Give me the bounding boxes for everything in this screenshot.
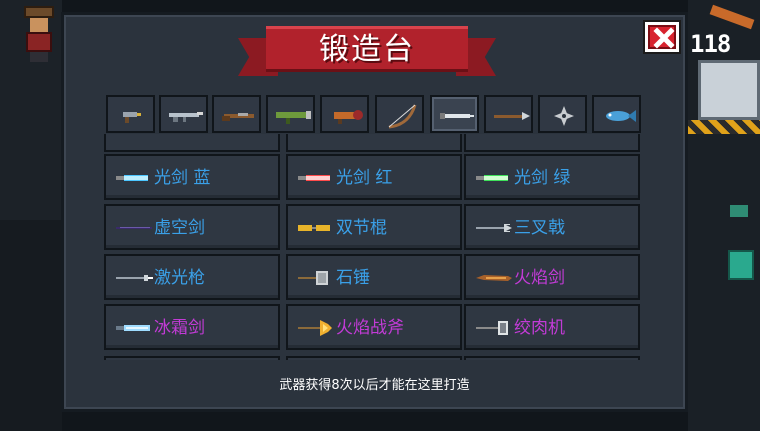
close-x-icon — [653, 27, 675, 49]
weapon-name: 双节棍 — [336, 218, 387, 238]
lightsaber-green-icon — [476, 175, 508, 181]
player-hat — [24, 6, 54, 18]
weapon-name: 三叉戟 — [514, 218, 565, 238]
shotgun-icon — [222, 113, 254, 121]
player-body — [26, 32, 52, 52]
weapon-item[interactable]: 激光枪 — [104, 254, 280, 300]
weapon-name: 光剑 红 — [336, 168, 393, 188]
weapon-name: 虚空剑 — [154, 218, 205, 238]
weapon-item[interactable]: 光剑 红 — [286, 154, 462, 200]
tab-fish[interactable] — [592, 95, 641, 133]
crane — [709, 4, 755, 30]
pistol-icon — [123, 112, 141, 123]
page-title: 锻造台 — [319, 32, 415, 67]
player-face — [30, 18, 48, 32]
weapon-name: 绞肉机 — [514, 318, 565, 338]
fish-icon — [606, 110, 636, 122]
lightsaber-red-icon — [298, 175, 330, 181]
frost-sword-icon — [116, 325, 150, 331]
tab-pistol[interactable] — [106, 95, 155, 133]
sword-icon — [440, 113, 474, 119]
flame-sword-icon — [476, 275, 512, 281]
machine-panel — [728, 250, 754, 280]
weapon-item[interactable]: 冰霜剑 — [104, 304, 280, 350]
weapon-item[interactable]: 火焰剑 — [464, 254, 640, 300]
tab-rocket-launcher[interactable] — [266, 95, 315, 133]
floor — [0, 220, 62, 431]
bomb-launcher-icon — [334, 110, 363, 124]
laser-spear-icon — [116, 275, 153, 281]
partial-row-below — [464, 356, 640, 360]
tab-bow[interactable] — [375, 95, 424, 133]
flame-axe-icon — [298, 320, 332, 336]
partial-row-above — [104, 134, 280, 152]
hazard-stripe — [688, 120, 760, 134]
shuriken-icon — [554, 106, 574, 126]
title-banner: 锻造台 — [238, 22, 496, 78]
weapon-item[interactable]: 火焰战斧 — [286, 304, 462, 350]
forge-hint-text: 武器获得8次以后才能在这里打造 — [279, 378, 470, 393]
partial-row-below — [286, 356, 462, 360]
weapon-name: 激光枪 — [154, 268, 205, 288]
player-character — [20, 6, 60, 62]
tab-sword[interactable] — [430, 95, 479, 133]
weapon-name: 光剑 绿 — [514, 168, 571, 188]
weapon-item[interactable]: 虚空剑 — [104, 204, 280, 250]
weapon-name: 冰霜剑 — [154, 318, 205, 338]
weapon-item[interactable]: 双节棍 — [286, 204, 462, 250]
weapon-item[interactable]: 三叉戟 — [464, 204, 640, 250]
weapon-list: 光剑 蓝 光剑 红 光剑 绿虚空剑 双节棍 三叉戟激光枪 石锤 火焰剑冰霜剑 火焰战斧 绞肉机 — [104, 134, 645, 360]
background-right-area — [688, 0, 760, 431]
weapon-name: 火焰战斧 — [336, 318, 404, 338]
weapon-name: 火焰剑 — [514, 268, 565, 288]
weapon-item[interactable]: 绞肉机 — [464, 304, 640, 350]
nunchaku-icon — [298, 225, 330, 231]
tab-spear[interactable] — [484, 95, 533, 133]
weapon-name: 石锤 — [336, 268, 370, 288]
lightsaber-blue-icon — [116, 175, 148, 181]
void-sword-icon — [116, 227, 152, 229]
trident-icon — [476, 224, 512, 232]
rifle-icon — [169, 112, 203, 122]
bow-icon — [388, 104, 417, 129]
background-left-area — [0, 0, 62, 431]
weapon-item[interactable]: 光剑 蓝 — [104, 154, 280, 200]
tab-shuriken[interactable] — [538, 95, 587, 133]
weapon-item[interactable]: 石锤 — [286, 254, 462, 300]
meat-grinder-icon — [476, 321, 508, 335]
player-legs — [30, 52, 48, 62]
spear-icon — [494, 112, 530, 120]
rocket-launcher-icon — [276, 111, 311, 124]
machine-panel — [730, 205, 748, 217]
tab-bomb-launcher[interactable] — [320, 95, 369, 133]
partial-row-above — [464, 134, 640, 152]
partial-row-below — [104, 356, 280, 360]
tab-rifle[interactable] — [159, 95, 208, 133]
gem-counter: 118 — [690, 30, 731, 58]
stone-hammer-icon — [298, 271, 328, 285]
weapon-name: 光剑 蓝 — [154, 168, 211, 188]
partial-row-above — [286, 134, 462, 152]
close-button[interactable] — [643, 20, 681, 54]
tab-shotgun[interactable] — [212, 95, 261, 133]
weapon-item[interactable]: 光剑 绿 — [464, 154, 640, 200]
machine-wall — [698, 60, 760, 120]
